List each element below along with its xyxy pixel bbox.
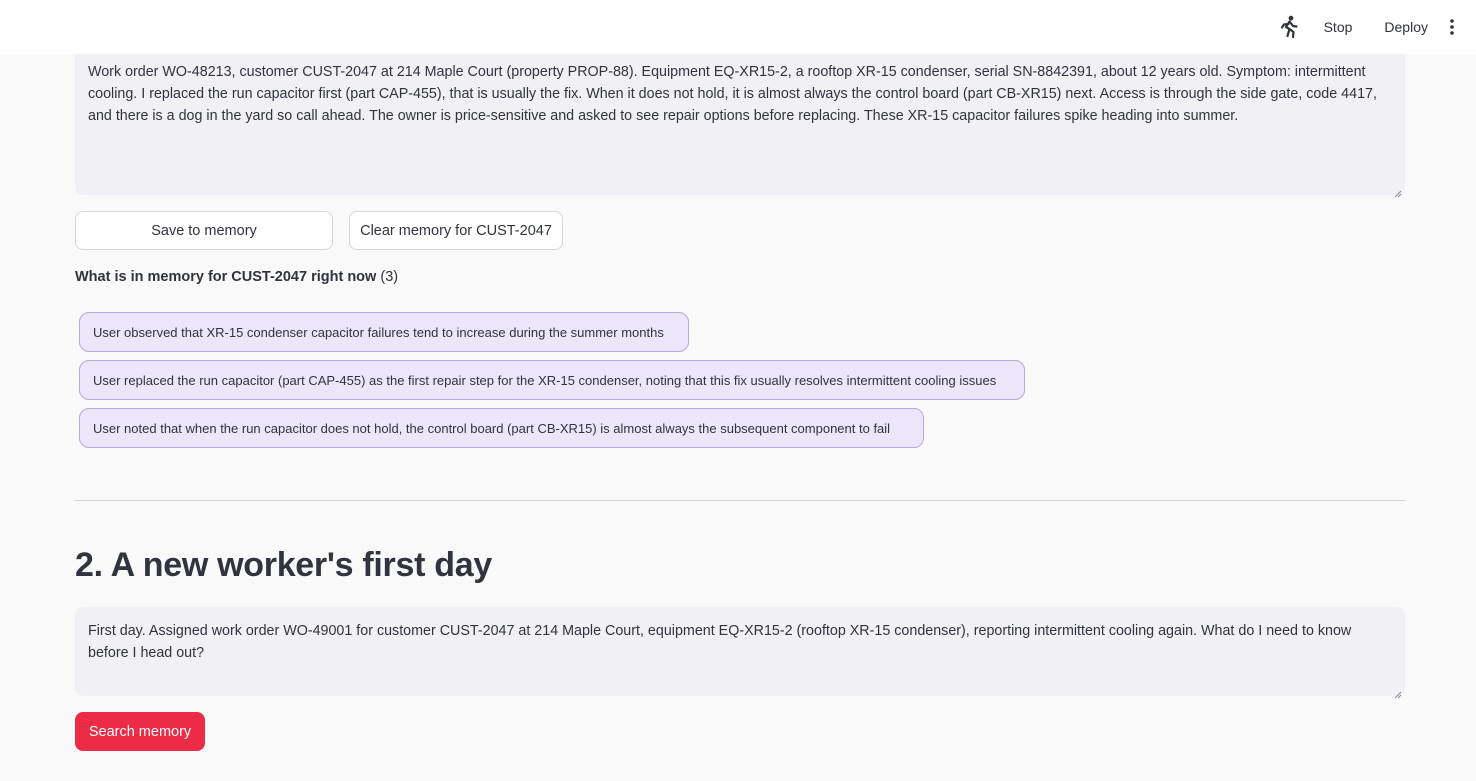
section-divider [75,500,1405,501]
save-to-memory-button[interactable]: Save to memory [75,211,333,250]
work-order-text: Work order WO-48213, customer CUST-2047 … [88,64,1377,124]
resize-grip-icon[interactable] [1393,684,1402,699]
memory-item: User replaced the run capacitor (part CA… [79,360,1025,400]
deploy-button[interactable]: Deploy [1376,13,1436,41]
query-text: First day. Assigned work order WO-49001 … [88,623,1352,661]
memory-item: User observed that XR-15 condenser capac… [79,312,689,352]
section-title: 2. A new worker's first day [75,546,492,584]
resize-grip-icon[interactable] [1393,183,1402,198]
running-man-icon [1278,14,1300,40]
memory-heading: What is in memory for CUST-2047 right no… [75,269,398,285]
stop-button[interactable]: Stop [1316,13,1361,41]
work-order-textarea[interactable]: Work order WO-48213, customer CUST-2047 … [75,54,1405,198]
search-memory-button[interactable]: Search memory [75,712,205,751]
memory-count: (3) [380,269,399,285]
clear-memory-button[interactable]: Clear memory for CUST-2047 [349,211,563,250]
app-header: Stop Deploy [0,0,1476,54]
memory-item: User noted that when the run capacitor d… [79,408,924,448]
vertical-dots-icon[interactable] [1442,15,1462,39]
memory-heading-label: What is in memory for CUST-2047 right no… [75,269,377,285]
query-textarea[interactable]: First day. Assigned work order WO-49001 … [75,607,1405,699]
